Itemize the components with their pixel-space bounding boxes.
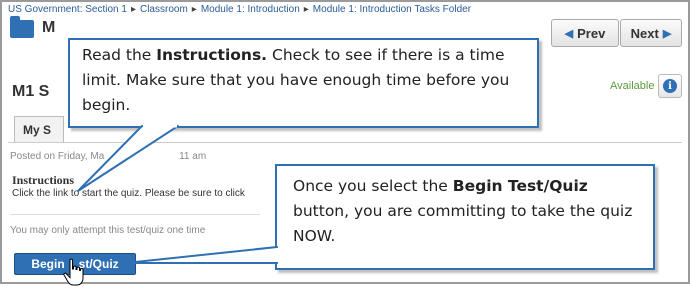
callout-bold-text: Instructions. [156,46,268,64]
folder-title: M [42,19,56,36]
tab-divider [8,142,682,143]
triangle-right-icon: ▶ [662,27,672,40]
breadcrumb-item[interactable]: Classroom [140,4,188,15]
instructions-callout: Read the Instructions. Check to see if t… [68,38,539,128]
hand-cursor-icon [63,258,84,286]
begin-button-label-start: Begin [31,257,65,271]
breadcrumb-separator: ▸ [303,4,309,15]
instructions-text: Click the link to start the quiz. Please… [12,188,245,199]
info-icon: i [663,79,677,93]
status-available: Available [610,80,655,92]
breadcrumb-item[interactable]: Module 1: Introduction [201,4,300,15]
breadcrumb-item[interactable]: US Government: Section 1 [8,4,127,15]
next-button[interactable]: Next ▶ [620,19,682,47]
breadcrumb-separator: ▸ [191,4,197,15]
triangle-left-icon: ◀ [564,27,574,40]
next-label: Next [630,25,659,41]
info-button[interactable]: i [658,74,682,98]
page-title: M1 S [12,83,50,100]
posted-date: Posted on Friday, Ma 11 am [10,151,206,162]
begin-quiz-callout: Once you select the Begin Test/Quiz butt… [275,164,655,270]
attempt-limit-text: You may only attempt this test/quiz one … [10,225,206,236]
posted-date-time: 11 am [179,151,207,162]
callout-text: button, you are committing to take the q… [293,202,633,245]
folder-icon [10,16,34,38]
prev-button[interactable]: ◀ Prev [551,19,619,47]
breadcrumb-separator: ▸ [130,4,136,15]
instructions-heading: Instructions [12,173,75,187]
callout-text: Read the [82,46,157,64]
prev-label: Prev [577,25,606,41]
section-divider [10,214,260,215]
callout-text: Once you select the [293,177,453,195]
breadcrumb-item[interactable]: Module 1: Introduction Tasks Folder [313,4,471,15]
posted-date-start: Posted on Friday, Ma [10,151,105,162]
breadcrumb: US Government: Section 1 ▸ Classroom ▸ Modul… [8,4,471,15]
tab-my-submissions[interactable]: My S [14,116,64,142]
callout-bold-text: Begin Test/Quiz [452,177,588,195]
